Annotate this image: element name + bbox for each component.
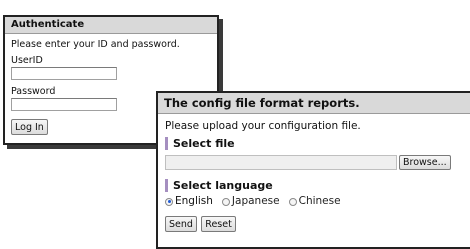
password-input[interactable] (11, 98, 117, 111)
config-instruction: Please upload your configuration file. (165, 120, 361, 132)
language-label-chinese: Chinese (298, 195, 341, 207)
language-radio-group: English Japanese Chinese (165, 195, 463, 208)
authenticate-panel-title: Authenticate (5, 17, 217, 34)
radio-english[interactable] (165, 197, 173, 206)
language-option-chinese[interactable]: Chinese (288, 195, 341, 208)
select-file-heading: Select file (165, 137, 463, 150)
log-in-button[interactable]: Log In (11, 119, 48, 135)
radio-chinese[interactable] (288, 197, 297, 206)
file-path-field[interactable] (165, 155, 397, 170)
userid-input[interactable] (11, 67, 117, 80)
config-upload-form: Please upload your configuration file. S… (158, 114, 470, 232)
userid-label: UserID (11, 55, 43, 66)
form-actions: Send Reset (165, 216, 463, 232)
language-label-english: English (175, 195, 213, 207)
browse-button[interactable]: Browse... (399, 155, 451, 170)
config-panel-title: The config file format reports. (158, 93, 470, 114)
file-picker: Browse... (165, 155, 463, 170)
config-upload-panel: The config file format reports. Please u… (156, 91, 470, 249)
authenticate-instruction: Please enter your ID and password. (11, 39, 180, 50)
language-label-japanese: Japanese (231, 195, 280, 207)
send-button[interactable]: Send (165, 216, 197, 232)
reset-button[interactable]: Reset (201, 216, 236, 232)
radio-japanese[interactable] (221, 197, 230, 206)
language-option-japanese[interactable]: Japanese (221, 195, 280, 208)
language-option-english[interactable]: English (165, 195, 213, 208)
screenshot-stage: Authenticate Please enter your ID and pa… (0, 0, 470, 249)
select-language-heading: Select language (165, 179, 463, 192)
